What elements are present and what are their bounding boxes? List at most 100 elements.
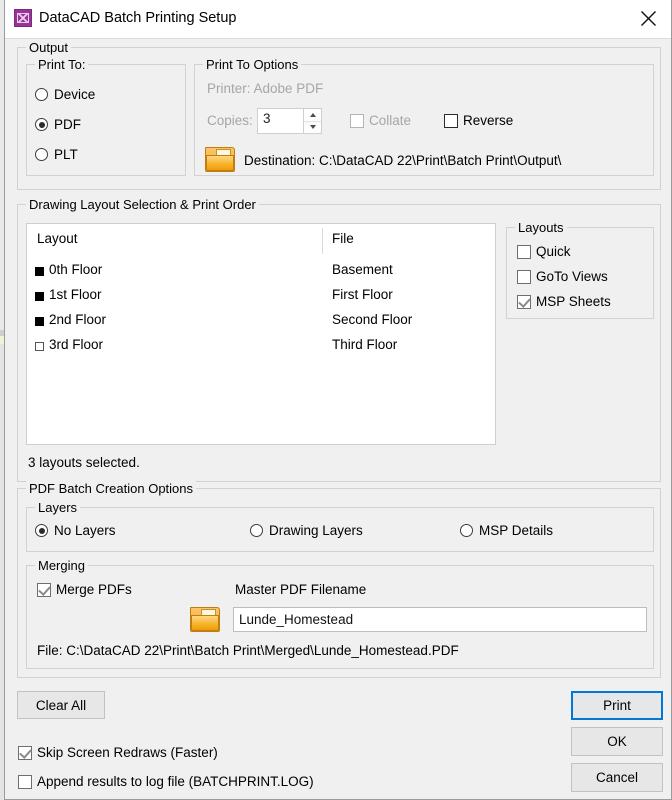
row-layout-name: 1st Floor (49, 287, 102, 302)
radio-msp-details[interactable]: MSP Details (460, 523, 553, 538)
checkbox-indicator (517, 244, 531, 259)
table-row[interactable]: 3rd Floor Third Floor (27, 335, 495, 359)
pdf-options-group: PDF Batch Creation Options Layers No Lay… (17, 481, 661, 678)
table-row[interactable]: 0th Floor Basement (27, 260, 495, 284)
printer-name: Printer: Adobe PDF (207, 81, 324, 96)
checkbox-quick[interactable]: Quick (517, 244, 571, 259)
close-icon[interactable] (625, 0, 671, 37)
row-selection-marker (35, 317, 44, 326)
layout-list[interactable]: Layout File 0th Floor Basement 1st Floor… (26, 223, 496, 445)
checkbox-collate[interactable]: Collate (350, 113, 411, 128)
checkbox-append-log[interactable]: Append results to log file (BATCHPRINT.L… (18, 774, 314, 789)
pdf-options-label: PDF Batch Creation Options (26, 481, 197, 496)
checkbox-indicator (517, 269, 531, 284)
checkbox-label: Append results to log file (BATCHPRINT.L… (37, 774, 314, 789)
radio-indicator (250, 524, 263, 537)
row-selection-marker (35, 292, 44, 301)
checkbox-label: MSP Sheets (536, 294, 611, 309)
copies-input[interactable]: 3 (258, 109, 303, 133)
layout-selection-group: Drawing Layout Selection & Print Order L… (17, 197, 661, 482)
row-layout-name: 2nd Floor (49, 312, 107, 327)
table-row[interactable]: 2nd Floor Second Floor (27, 310, 495, 334)
ok-button[interactable]: OK (571, 727, 663, 756)
radio-label: PLT (54, 147, 78, 162)
print-to-options-label: Print To Options (203, 57, 302, 72)
master-filename-label: Master PDF Filename (235, 582, 367, 597)
checkbox-indicator (444, 113, 458, 128)
checkbox-label: Reverse (463, 113, 514, 128)
checkbox-goto-views[interactable]: GoTo Views (517, 269, 608, 284)
radio-indicator (35, 148, 48, 161)
checkbox-indicator (18, 774, 32, 789)
master-filename-input[interactable]: Lunde_Homestead (233, 607, 647, 632)
table-row[interactable]: 1st Floor First Floor (27, 285, 495, 309)
radio-label: No Layers (54, 523, 116, 538)
cancel-button[interactable]: Cancel (571, 763, 663, 792)
folder-icon (205, 147, 235, 172)
datacad-icon (14, 9, 32, 27)
print-to-options-group: Print To Options Printer: Adobe PDF Copi… (194, 57, 654, 176)
radio-label: PDF (54, 117, 81, 132)
checkbox-label: Merge PDFs (56, 582, 132, 597)
title-bar: DataCAD Batch Printing Setup (5, 0, 671, 39)
spin-up-icon[interactable] (304, 109, 321, 122)
radio-label: Device (54, 87, 96, 102)
checkbox-label: Skip Screen Redraws (Faster) (37, 745, 218, 760)
row-layout-name: 3rd Floor (49, 337, 104, 352)
copies-label: Copies: (207, 113, 253, 128)
output-group-label: Output (26, 40, 72, 55)
checkbox-label: GoTo Views (536, 269, 608, 284)
checkbox-msp-sheets[interactable]: MSP Sheets (517, 294, 611, 309)
checkbox-label: Quick (536, 244, 571, 259)
layout-selection-label: Drawing Layout Selection & Print Order (26, 197, 259, 212)
window-title: DataCAD Batch Printing Setup (39, 10, 237, 26)
radio-no-layers[interactable]: No Layers (35, 523, 116, 538)
layouts-panel-label: Layouts (515, 220, 567, 235)
row-file-name: Basement (332, 262, 393, 277)
row-file-name: Second Floor (332, 312, 413, 327)
radio-indicator (35, 118, 48, 131)
radio-drawing-layers[interactable]: Drawing Layers (250, 523, 363, 538)
print-to-group: Print To: Device PDF PLT (26, 57, 186, 176)
spin-down-icon[interactable] (304, 122, 321, 134)
column-header-file: File (332, 231, 354, 246)
radio-indicator (35, 524, 48, 537)
radio-print-to-plt[interactable]: PLT (35, 147, 78, 162)
row-selection-marker (35, 267, 44, 276)
output-group: Output Print To: Device PDF PLT Print To… (17, 40, 661, 190)
checkbox-label: Collate (369, 113, 412, 128)
destination-path: Destination: C:\DataCAD 22\Print\Batch P… (244, 153, 562, 168)
merge-folder-button[interactable] (190, 607, 220, 632)
radio-indicator (460, 524, 473, 537)
radio-print-to-device[interactable]: Device (35, 87, 95, 102)
checkbox-indicator (37, 582, 51, 597)
checkbox-indicator (18, 745, 32, 760)
layers-label: Layers (35, 500, 81, 515)
print-to-label: Print To: (35, 57, 89, 72)
checkbox-indicator (517, 294, 531, 309)
radio-print-to-pdf[interactable]: PDF (35, 117, 81, 132)
merging-group: Merging Merge PDFs Master PDF Filename L… (26, 558, 654, 669)
radio-label: Drawing Layers (269, 523, 363, 538)
layouts-panel: Layouts Quick GoTo Views MSP Sheets (506, 220, 654, 319)
print-button[interactable]: Print (571, 691, 663, 720)
radio-indicator (35, 88, 48, 101)
checkbox-reverse[interactable]: Reverse (444, 113, 513, 128)
merged-file-path: File: C:\DataCAD 22\Print\Batch Print\Me… (37, 643, 459, 658)
clear-all-button[interactable]: Clear All (17, 691, 105, 719)
checkbox-indicator (350, 113, 364, 128)
checkbox-skip-screen-redraws[interactable]: Skip Screen Redraws (Faster) (18, 745, 218, 760)
merging-label: Merging (35, 558, 88, 573)
destination-folder-button[interactable] (205, 147, 235, 172)
row-layout-name: 0th Floor (49, 262, 103, 277)
row-selection-marker (35, 342, 44, 351)
row-file-name: Third Floor (332, 337, 398, 352)
radio-label: MSP Details (479, 523, 554, 538)
selection-status: 3 layouts selected. (28, 455, 140, 470)
dialog-window: DataCAD Batch Printing Setup Output Prin… (4, 0, 672, 800)
column-header-layout: Layout (37, 231, 78, 246)
checkbox-merge-pdfs[interactable]: Merge PDFs (37, 582, 132, 597)
copies-stepper[interactable]: 3 (257, 108, 322, 134)
folder-icon (190, 607, 220, 632)
copies-spin-buttons[interactable] (303, 109, 321, 133)
